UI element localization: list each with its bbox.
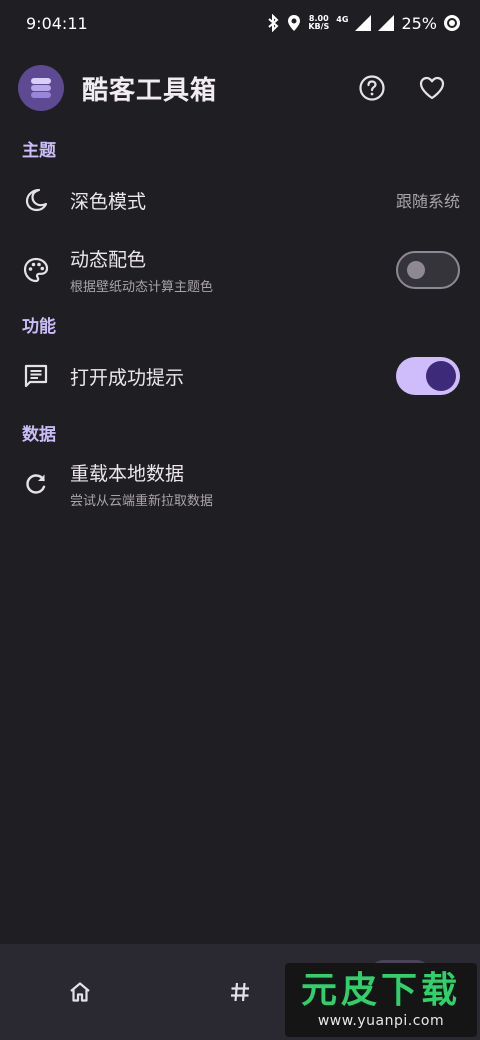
section-header-theme: 主题 <box>22 141 56 161</box>
help-button[interactable] <box>342 62 402 114</box>
success-tip-switch[interactable] <box>396 357 460 395</box>
dark-mode-text: 深色模式 <box>70 187 396 214</box>
success-tip-title: 打开成功提示 <box>70 366 185 389</box>
reload-data-subtitle: 尝试从云端重新拉取数据 <box>70 494 214 509</box>
reload-data-setting[interactable]: 重载本地数据 尝试从云端重新拉取数据 <box>0 454 480 514</box>
success-tip-text: 打开成功提示 <box>70 363 396 390</box>
nav-home[interactable] <box>0 944 160 1040</box>
bluetooth-icon <box>268 14 279 32</box>
home-icon <box>70 982 90 1002</box>
switch-thumb <box>426 361 456 391</box>
dynamic-color-text: 动态配色 根据壁纸动态计算主题色 <box>70 245 396 295</box>
signal-icon <box>355 15 372 31</box>
net-speed: 8.00 KB/S <box>308 14 330 31</box>
signal-icon-2 <box>378 15 395 31</box>
status-icons: 8.00 KB/S 4G 25% <box>266 14 460 33</box>
reload-data-title: 重载本地数据 <box>70 463 185 485</box>
section-header-data: 数据 <box>22 425 56 445</box>
clock: 9:04:11 <box>26 13 88 33</box>
app-title: 酷客工具箱 <box>82 75 218 106</box>
section-header-feature: 功能 <box>22 317 56 337</box>
watermark-logo: 元皮下载 www.yuanpi.com <box>285 963 477 1037</box>
watermark-title: 元皮下载 <box>300 970 461 1011</box>
dynamic-color-switch[interactable] <box>396 251 460 289</box>
reload-data-text: 重载本地数据 尝试从云端重新拉取数据 <box>70 459 480 509</box>
dynamic-color-setting[interactable]: 动态配色 根据壁纸动态计算主题色 <box>0 240 480 300</box>
dark-mode-value: 跟随系统 <box>395 192 460 211</box>
message-icon <box>22 362 50 390</box>
app-logo <box>18 65 64 111</box>
hash-icon <box>231 982 249 1002</box>
battery-ring-icon <box>444 15 460 31</box>
heart-icon <box>419 76 445 100</box>
status-bar: 9:04:11 8.00 KB/S 4G 25% <box>0 0 480 46</box>
dark-mode-setting[interactable]: 深色模式 跟随系统 <box>0 170 480 230</box>
dark-mode-title: 深色模式 <box>70 190 147 213</box>
battery-level: 25% <box>401 13 437 33</box>
success-tip-setting[interactable]: 打开成功提示 <box>0 346 480 406</box>
moon-icon <box>22 186 50 214</box>
help-icon <box>359 75 385 101</box>
palette-icon <box>22 256 50 284</box>
dynamic-color-subtitle: 根据壁纸动态计算主题色 <box>70 280 214 295</box>
dynamic-color-title: 动态配色 <box>70 249 147 271</box>
watermark-url: www.yuanpi.com <box>317 1013 445 1029</box>
switch-thumb <box>407 261 425 279</box>
network-type: 4G <box>336 14 349 24</box>
favorite-button[interactable] <box>402 62 462 114</box>
refresh-icon <box>22 470 50 498</box>
location-icon <box>288 15 301 31</box>
layers-icon <box>31 78 51 98</box>
app-bar: 酷客工具箱 <box>0 58 480 118</box>
